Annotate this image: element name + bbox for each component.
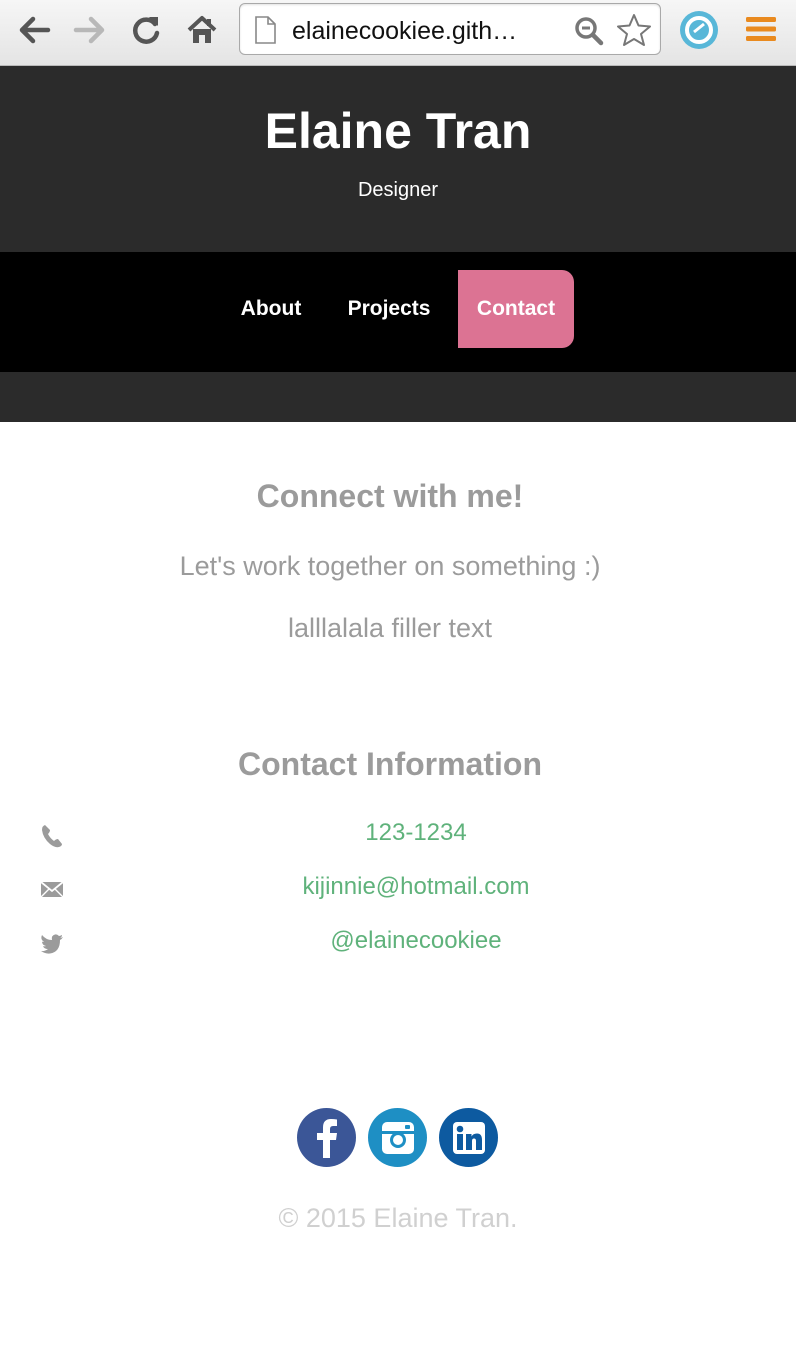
- linkedin-icon: [452, 1121, 485, 1154]
- facebook-icon: [316, 1118, 337, 1158]
- page-icon: [255, 16, 276, 44]
- header-spacer: [0, 372, 796, 422]
- copyright-text: © 2015 Elaine Tran.: [278, 1203, 518, 1233]
- instagram-button[interactable]: [368, 1108, 427, 1167]
- browser-toolbar: elainecookiee.gith…: [0, 0, 796, 66]
- contact-row-phone: 123-1234: [0, 816, 796, 852]
- address-bar[interactable]: elainecookiee.gith…: [239, 3, 661, 55]
- site-header: Elaine Tran Designer: [0, 66, 796, 252]
- main-nav: About Projects Contact: [0, 252, 796, 372]
- home-button[interactable]: [182, 10, 222, 50]
- filler-text: lalllalala filler text: [287, 613, 493, 643]
- home-icon: [187, 16, 217, 43]
- contact-info-heading: Contact Information: [238, 746, 542, 782]
- connect-text: Let's work together on something :): [179, 551, 601, 581]
- connect-heading: Connect with me!: [256, 478, 524, 514]
- site-title: Elaine Tran: [264, 103, 532, 159]
- email-link[interactable]: kijinnie@hotmail.com: [36, 872, 796, 902]
- nav-item-contact[interactable]: Contact: [458, 270, 574, 348]
- nav-item-projects[interactable]: Projects: [330, 270, 448, 348]
- url-text[interactable]: elainecookiee.gith…: [292, 17, 554, 45]
- phone-link[interactable]: 123-1234: [36, 818, 796, 848]
- extension-icon[interactable]: [679, 10, 719, 50]
- menu-icon[interactable]: [745, 16, 777, 42]
- star-icon[interactable]: [616, 13, 652, 47]
- forward-button[interactable]: [70, 10, 110, 50]
- back-button[interactable]: [14, 10, 54, 50]
- social-links: [0, 1108, 796, 1168]
- back-arrow-icon: [19, 16, 51, 44]
- instagram-icon: [381, 1121, 414, 1154]
- nav-item-about[interactable]: About: [222, 270, 320, 348]
- twitter-link[interactable]: @elainecookiee: [36, 926, 796, 956]
- contact-row-email: kijinnie@hotmail.com: [0, 870, 796, 906]
- reload-button[interactable]: [126, 10, 166, 50]
- linkedin-button[interactable]: [439, 1108, 498, 1167]
- forward-arrow-icon: [73, 16, 105, 44]
- site-subtitle: Designer: [357, 179, 439, 201]
- contact-row-twitter: @elainecookiee: [0, 924, 796, 960]
- reload-icon: [133, 17, 160, 44]
- zoom-icon[interactable]: [574, 16, 604, 46]
- facebook-button[interactable]: [297, 1108, 356, 1167]
